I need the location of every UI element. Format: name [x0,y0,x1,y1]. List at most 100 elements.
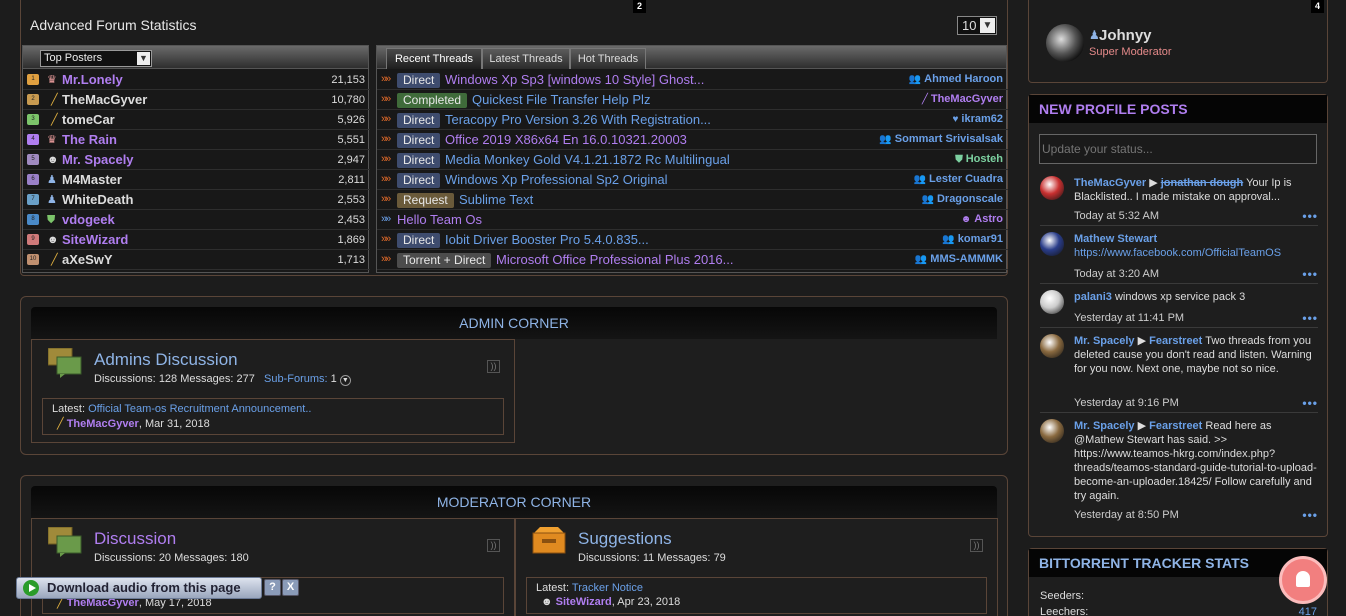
rss-icon[interactable]: )) [487,360,500,373]
poster-name[interactable]: The Rain [62,132,117,147]
latest-author[interactable]: TheMacGyver [67,418,139,430]
thread-title[interactable]: Hello Team Os [397,212,482,227]
post-author[interactable]: palani3 [1074,291,1112,303]
thread-prefix[interactable]: Direct [397,233,441,248]
thread-row: »» Torrent + Direct Microsoft Office Profe… [377,250,1008,270]
close-button[interactable]: X [282,579,299,596]
more-options-icon[interactable]: ••• [1302,508,1318,522]
post-author[interactable]: Mathew Stewart [1074,233,1157,245]
thread-author[interactable]: 👥 Ahmed Haroon [909,73,1003,85]
help-button[interactable]: ? [264,579,281,596]
thread-author[interactable]: ⛊ Hosteh [955,153,1003,165]
results-limit-select[interactable]: 10 ▼ [957,16,997,35]
notification-bell-icon[interactable] [1279,556,1327,604]
messages-label: Messages: [174,552,228,564]
poster-name[interactable]: aXeSwY [62,252,113,267]
post-time[interactable]: Yesterday at 9:16 PM [1074,397,1179,409]
thread-title[interactable]: Media Monkey Gold V4.1.21.1872 Rc Multil… [445,152,730,167]
thread-title[interactable]: Windows Xp Professional Sp2 Original [445,172,668,187]
more-options-icon[interactable]: ••• [1302,396,1318,410]
post-time[interactable]: Today at 5:32 AM [1074,210,1159,222]
poster-name[interactable]: M4Master [62,172,122,187]
forum-title[interactable]: Suggestions [578,529,672,549]
thread-author-name: Ahmed Haroon [924,73,1003,85]
poster-name[interactable]: tomeCar [62,112,115,127]
thread-prefix[interactable]: Completed [397,93,468,108]
post-time[interactable]: Yesterday at 11:41 PM [1074,312,1184,324]
double-arrow-icon: »» [381,213,391,225]
post-time[interactable]: Yesterday at 8:50 PM [1074,509,1179,521]
thread-title[interactable]: Quickest File Transfer Help Plz [472,92,650,107]
poster-name[interactable]: Mr. Spacely [62,152,134,167]
thread-title[interactable]: Teracopy Pro Version 3.26 With Registrat… [445,112,711,127]
usergroup-icon: ☻ [960,214,972,225]
download-audio-button[interactable]: Download audio from this page [16,577,262,599]
thread-title[interactable]: Windows Xp Sp3 [windows 10 Style] Ghost.… [445,72,704,87]
usergroup-icon: ♟ [47,174,57,186]
user-name[interactable]: Johnyy [1099,27,1152,44]
post-author[interactable]: TheMacGyver [1074,177,1146,189]
profile-posts-title[interactable]: NEW PROFILE POSTS [1029,95,1327,123]
poster-name[interactable]: TheMacGyver [62,92,147,107]
thread-title[interactable]: Microsoft Office Professional Plus 2016.… [496,252,733,267]
post-target[interactable]: Fearstreet [1149,420,1202,432]
post-time[interactable]: Today at 3:20 AM [1074,268,1159,280]
thread-prefix[interactable]: Direct [397,133,441,148]
moderator-corner-header[interactable]: MODERATOR CORNER [31,486,997,518]
forum-title[interactable]: Discussion [94,529,176,549]
discussions-label: Discussions: [578,552,640,564]
admin-corner-header[interactable]: ADMIN CORNER [31,307,997,339]
leechers-count: 417 [1298,606,1317,616]
poster-name[interactable]: Mr.Lonely [62,72,123,87]
thread-author[interactable]: 👥 Dragonscale [922,193,1003,205]
forum-title[interactable]: Admins Discussion [94,350,238,370]
poster-name[interactable]: vdogeek [62,212,115,227]
subforums-label[interactable]: Sub-Forums: [264,373,328,385]
post-author[interactable]: Mr. Spacely [1074,420,1135,432]
thread-author[interactable]: 👥 Lester Cuadra [914,173,1003,185]
avatar[interactable] [1040,419,1064,443]
tab-recent-threads[interactable]: Recent Threads [386,48,482,69]
thread-prefix[interactable]: Direct [397,173,441,188]
post-target[interactable]: Fearstreet [1149,335,1202,347]
poster-name[interactable]: WhiteDeath [62,192,134,207]
poster-name[interactable]: SiteWizard [62,232,128,247]
thread-author-name: MMS-AMMMK [930,253,1003,265]
thread-author[interactable]: ♥ ikram62 [952,113,1003,125]
chevron-down-icon[interactable]: ▼ [339,375,351,386]
avatar[interactable] [1040,290,1064,314]
thread-prefix[interactable]: Direct [397,153,441,168]
latest-thread-link[interactable]: Tracker Notice [572,582,643,594]
avatar[interactable] [1040,232,1064,256]
thread-prefix[interactable]: Direct [397,113,441,128]
post-author[interactable]: Mr. Spacely [1074,335,1135,347]
avatar[interactable] [1040,176,1064,200]
thread-author[interactable]: ╱ TheMacGyver [922,93,1003,105]
thread-prefix[interactable]: Direct [397,73,441,88]
avatar[interactable] [1046,24,1084,62]
thread-author[interactable]: 👥 MMS-AMMMK [915,253,1003,265]
latest-author[interactable]: SiteWizard [556,596,612,608]
thread-title[interactable]: Iobit Driver Booster Pro 5.4.0.835... [445,232,649,247]
tab-latest-threads[interactable]: Latest Threads [482,48,570,69]
thread-prefix[interactable]: Torrent + Direct [397,253,492,268]
thread-prefix[interactable]: Request [397,193,454,208]
post-target[interactable]: jonathan dough [1161,177,1243,189]
thread-author[interactable]: 👥 Sommart Srivisalsak [879,133,1003,145]
latest-date: , Apr 23, 2018 [611,596,681,608]
more-options-icon[interactable]: ••• [1302,267,1318,281]
avatar[interactable] [1040,334,1064,358]
status-input[interactable] [1039,134,1317,164]
thread-author[interactable]: 👥 komar91 [942,233,1003,245]
more-options-icon[interactable]: ••• [1302,209,1318,223]
posters-mode-select[interactable]: Top Posters ▼ [40,50,152,67]
thread-title[interactable]: Office 2019 X86x64 En 16.0.10321.20003 [445,132,687,147]
thread-author[interactable]: ☻ Astro [961,213,1003,225]
more-options-icon[interactable]: ••• [1302,311,1318,325]
usergroup-icon: ♛ [47,134,57,146]
latest-thread-link[interactable]: Official Team-os Recruitment Announcemen… [88,403,311,415]
rss-icon[interactable]: )) [487,539,500,552]
tab-hot-threads[interactable]: Hot Threads [570,48,646,69]
thread-title[interactable]: Sublime Text [459,192,533,207]
rss-icon[interactable]: )) [970,539,983,552]
